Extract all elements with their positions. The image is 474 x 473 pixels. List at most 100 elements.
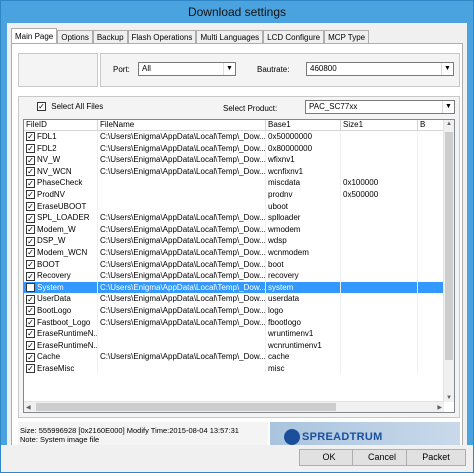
cell-filename[interactable] — [98, 188, 266, 201]
table-row[interactable]: ✓ NV_W C:\Users\Enigma\AppData\Local\Temp\… — [24, 154, 444, 166]
table-row[interactable]: ✓ NV_WCN C:\Users\Enigma\AppData\Local\Tem… — [24, 165, 444, 178]
tab-options[interactable]: Options — [57, 30, 93, 44]
cell-filename[interactable]: C:\Users\Enigma\AppData\Local\Temp\_Dow.… — [98, 281, 266, 294]
row-checkbox[interactable]: ✓ — [26, 178, 35, 188]
cell-filename[interactable] — [98, 177, 266, 189]
scroll-left-icon[interactable]: ◀ — [26, 404, 31, 411]
table-row[interactable]: ✓ EraseRuntimeN... wcnruntimenv1 — [24, 339, 444, 352]
table-row[interactable]: ✓ DSP_W C:\Users\Enigma\AppData\Local\Temp… — [24, 235, 444, 247]
table-row[interactable]: ✓ BootLogo C:\Users\Enigma\AppData\Local\T… — [24, 304, 444, 317]
scroll-up-icon[interactable]: ▲ — [446, 121, 452, 127]
table-row[interactable]: ✓ ProdNV prodnv 0x500000 — [24, 188, 444, 201]
tab-main-page[interactable]: Main Page — [11, 28, 58, 44]
row-checkbox[interactable]: ✓ — [26, 143, 35, 153]
cell-filename[interactable]: C:\Users\Enigma\AppData\Local\Temp\_Dow.… — [98, 154, 266, 166]
select-all-checkbox[interactable]: ✓ — [37, 102, 46, 112]
column-header-fileid[interactable]: FileID — [24, 120, 98, 131]
tab-lcd-configure[interactable]: LCD Configure — [263, 30, 325, 44]
table-row[interactable]: ✓ Modem_W C:\Users\Enigma\AppData\Local\Te… — [24, 223, 444, 236]
tab-backup[interactable]: Backup — [92, 30, 128, 44]
chevron-down-icon[interactable]: ▼ — [442, 101, 454, 113]
cell-filename[interactable]: C:\Users\Enigma\AppData\Local\Temp\_Dow.… — [98, 258, 266, 271]
table-row[interactable]: ✓ EraseRuntimeN... wruntimenv1 — [24, 328, 444, 340]
table-row[interactable]: ✓ System C:\Users\Enigma\AppData\Local\Tem… — [24, 281, 444, 294]
table-row[interactable]: ✓ UserData C:\Users\Enigma\AppData\Local\T… — [24, 293, 444, 305]
cell-filename[interactable] — [98, 328, 266, 340]
cell-b — [418, 293, 444, 305]
vertical-scroll-thumb[interactable] — [445, 132, 453, 360]
baudrate-select[interactable]: 460800 ▼ — [306, 62, 454, 76]
row-checkbox[interactable]: ✓ — [26, 190, 35, 200]
row-checkbox[interactable]: ✓ — [26, 225, 35, 235]
table-row[interactable]: ✓ FDL1 C:\Users\Enigma\AppData\Local\Temp\… — [24, 131, 444, 143]
row-checkbox[interactable]: ✓ — [26, 155, 35, 165]
row-checkbox[interactable]: ✓ — [26, 364, 35, 374]
cancel-button[interactable]: Cancel — [352, 449, 412, 466]
cell-filename[interactable]: C:\Users\Enigma\AppData\Local\Temp\_Dow.… — [98, 304, 266, 317]
row-checkbox[interactable]: ✓ — [26, 201, 35, 211]
title-bar[interactable]: Download settings — [1, 1, 473, 23]
table-row[interactable]: ✓ PhaseCheck miscdata 0x100000 — [24, 177, 444, 189]
cell-filename[interactable]: C:\Users\Enigma\AppData\Local\Temp\_Dow.… — [98, 246, 266, 259]
row-checkbox[interactable]: ✓ — [26, 132, 35, 142]
column-header-size1[interactable]: Size1 — [341, 120, 418, 131]
horizontal-scrollbar[interactable]: ◀ ▶ — [24, 401, 444, 412]
packet-button[interactable]: Packet — [406, 449, 466, 466]
scroll-down-icon[interactable]: ▼ — [446, 395, 452, 401]
cell-filename[interactable]: C:\Users\Enigma\AppData\Local\Temp\_Dow.… — [98, 223, 266, 236]
cell-filename[interactable]: C:\Users\Enigma\AppData\Local\Temp\_Dow.… — [98, 270, 266, 282]
row-checkbox[interactable]: ✓ — [26, 306, 35, 316]
row-checkbox[interactable]: ✓ — [26, 259, 35, 269]
table-row[interactable]: ✓ EraseUBOOT uboot — [24, 200, 444, 213]
row-checkbox[interactable]: ✓ — [26, 236, 35, 246]
row-checkbox[interactable]: ✓ — [26, 294, 35, 304]
scroll-right-icon[interactable]: ▶ — [437, 404, 442, 411]
cell-filename[interactable]: C:\Users\Enigma\AppData\Local\Temp\_Dow.… — [98, 235, 266, 247]
cell-filename[interactable]: C:\Users\Enigma\AppData\Local\Temp\_Dow.… — [98, 142, 266, 155]
cell-filename[interactable]: C:\Users\Enigma\AppData\Local\Temp\_Dow.… — [98, 165, 266, 178]
cell-filename[interactable]: C:\Users\Enigma\AppData\Local\Temp\_Dow.… — [98, 212, 266, 224]
row-checkbox[interactable]: ✓ — [26, 213, 35, 223]
cell-size1 — [341, 235, 418, 247]
row-checkbox[interactable]: ✓ — [26, 248, 35, 258]
table-row[interactable]: ✓ Recovery C:\Users\Enigma\AppData\Local\T… — [24, 270, 444, 282]
row-checkbox[interactable]: ✓ — [26, 341, 35, 351]
chevron-down-icon[interactable]: ▼ — [223, 63, 235, 75]
table-row[interactable]: ✓ FDL2 C:\Users\Enigma\AppData\Local\Temp\… — [24, 142, 444, 155]
horizontal-scroll-thumb[interactable] — [36, 403, 336, 411]
cell-filename[interactable]: C:\Users\Enigma\AppData\Local\Temp\_Dow.… — [98, 131, 266, 143]
table-row[interactable]: ✓ SPL_LOADER C:\Users\Enigma\AppData\Local… — [24, 212, 444, 224]
tab-multi-languages[interactable]: Multi Languages — [196, 30, 264, 44]
row-checkbox[interactable]: ✓ — [26, 167, 35, 177]
table-row[interactable]: ✓ Fastboot_Logo C:\Users\Enigma\AppData\Lo… — [24, 316, 444, 329]
cell-filename[interactable] — [98, 362, 266, 375]
chevron-down-icon[interactable]: ▼ — [441, 63, 453, 75]
port-select[interactable]: All ▼ — [138, 62, 236, 76]
cell-size1: 0x500000 — [341, 188, 418, 201]
column-header-b[interactable]: B — [418, 120, 444, 131]
table-row[interactable]: ✓ Cache C:\Users\Enigma\AppData\Local\Temp… — [24, 351, 444, 363]
cell-filename[interactable]: C:\Users\Enigma\AppData\Local\Temp\_Dow.… — [98, 293, 266, 305]
cell-filename[interactable]: C:\Users\Enigma\AppData\Local\Temp\_Dow.… — [98, 351, 266, 363]
cell-size1 — [341, 200, 418, 213]
row-checkbox[interactable]: ✓ — [26, 283, 35, 293]
vertical-scrollbar[interactable]: ▲ ▼ — [443, 120, 454, 402]
ok-button[interactable]: OK — [299, 449, 359, 466]
cell-filename[interactable]: C:\Users\Enigma\AppData\Local\Temp\_Dow.… — [98, 316, 266, 329]
product-select[interactable]: PAC_SC77xx ▼ — [305, 100, 455, 114]
cell-filename[interactable] — [98, 339, 266, 352]
cell-size1 — [341, 258, 418, 271]
row-checkbox[interactable]: ✓ — [26, 352, 35, 362]
tab-flash-operations[interactable]: Flash Operations — [127, 30, 197, 44]
column-header-filename[interactable]: FileName — [98, 120, 266, 131]
column-header-base1[interactable]: Base1 — [266, 120, 341, 131]
row-checkbox[interactable]: ✓ — [26, 329, 35, 339]
table-row[interactable]: ✓ EraseMisc misc — [24, 362, 444, 375]
cell-filename[interactable] — [98, 200, 266, 213]
row-checkbox[interactable]: ✓ — [26, 271, 35, 281]
row-checkbox[interactable]: ✓ — [26, 317, 35, 327]
tab-mcp-type[interactable]: MCP Type — [324, 30, 370, 44]
select-all-files[interactable]: ✓ Select All Files — [37, 102, 103, 112]
table-row[interactable]: ✓ Modem_WCN C:\Users\Enigma\AppData\Local\… — [24, 246, 444, 259]
table-row[interactable]: ✓ BOOT C:\Users\Enigma\AppData\Local\Temp\… — [24, 258, 444, 271]
